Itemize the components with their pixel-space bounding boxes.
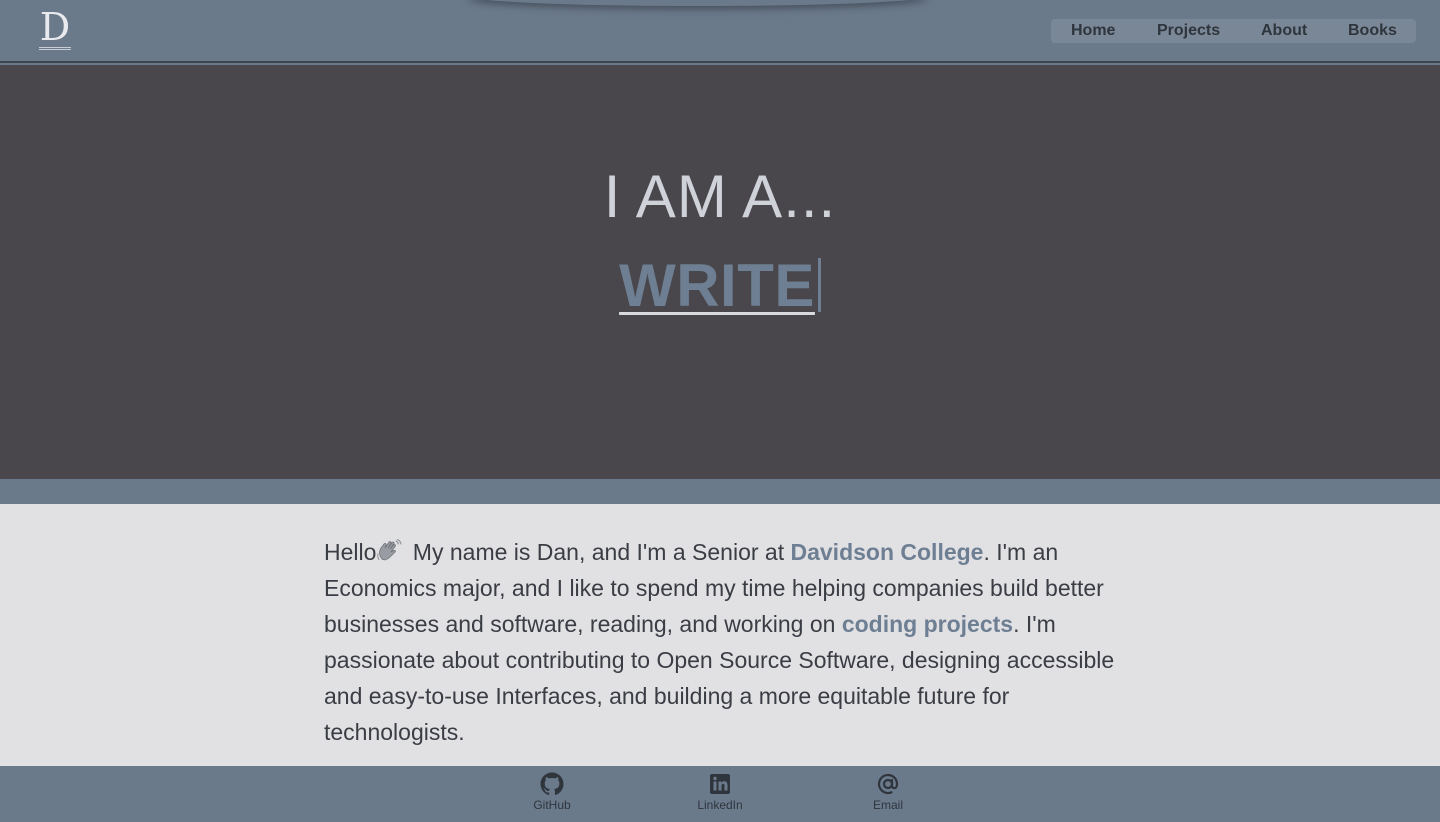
typing-cursor: [817, 258, 821, 312]
coding-projects-link[interactable]: coding projects: [842, 611, 1013, 637]
hello-text: Hello: [324, 539, 377, 565]
nav-books-link[interactable]: Books: [1348, 22, 1397, 40]
email-link[interactable]: Email: [848, 772, 928, 812]
about-text-part-1: My name is Dan, and I'm a Senior at: [406, 539, 791, 565]
linkedin-label: LinkedIn: [697, 798, 743, 812]
hero-typed-word: WRITE: [619, 252, 815, 319]
browser-window: D Home Projects About Books I AM A... WR…: [0, 0, 1440, 822]
linkedin-icon: [710, 774, 730, 794]
hero-typed-line: WRITE: [0, 253, 1440, 335]
site-logo[interactable]: D: [36, 8, 74, 52]
section-divider: [0, 479, 1440, 504]
github-label: GitHub: [533, 798, 571, 812]
hero-heading: I AM A...: [603, 163, 837, 230]
about-paragraph: Hello My name is Dan, and I'm a Senior a…: [324, 534, 1124, 750]
linkedin-link[interactable]: LinkedIn: [680, 772, 760, 812]
window-notch: [468, 0, 928, 6]
hero-section: I AM A... WRITE: [0, 65, 1440, 479]
github-icon: [540, 772, 564, 795]
email-label: Email: [872, 798, 903, 812]
davidson-college-link[interactable]: Davidson College: [790, 539, 983, 565]
at-sign-icon: [877, 773, 899, 795]
nav-home-link[interactable]: Home: [1071, 22, 1115, 40]
nav-about-link[interactable]: About: [1261, 22, 1307, 40]
github-link[interactable]: GitHub: [512, 772, 592, 812]
waving-hand-icon: [377, 539, 402, 561]
logo-letter: D: [39, 5, 71, 49]
nav-menu: Home Projects About Books: [1051, 19, 1416, 43]
footer: GitHub LinkedIn Email: [0, 766, 1440, 822]
navbar: D Home Projects About Books: [0, 0, 1440, 63]
about-section: Hello My name is Dan, and I'm a Senior a…: [0, 504, 1440, 766]
nav-projects-link[interactable]: Projects: [1157, 22, 1220, 40]
